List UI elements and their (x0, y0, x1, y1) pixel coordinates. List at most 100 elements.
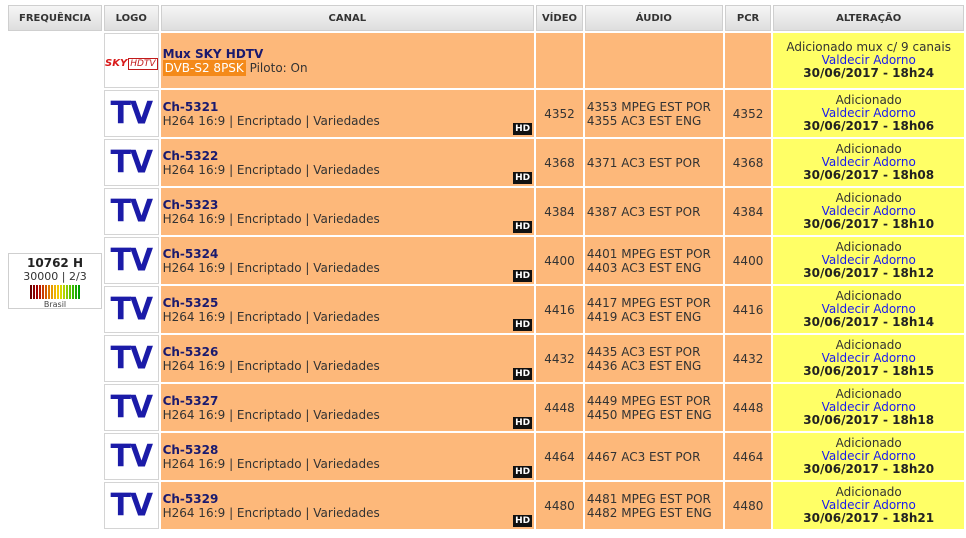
channel-logo: TV (104, 384, 159, 431)
channel-row: TV Ch-5327 H264 16:9 | Encriptado | Vari… (8, 384, 964, 431)
channel-description: H264 16:9 | Encriptado | Variedades (162, 162, 380, 177)
signal-bar-segment (78, 285, 80, 299)
audio-track: 4419 AC3 EST ENG (586, 309, 702, 324)
channel-description: H264 16:9 | Encriptado | Variedades (162, 113, 380, 128)
channel-row: TV Ch-5326 H264 16:9 | Encriptado | Vari… (8, 335, 964, 382)
signal-bar-segment (54, 285, 56, 299)
change-date: 30/06/2017 - 18h15 (803, 364, 935, 378)
channel-cell: Ch-5322 H264 16:9 | Encriptado | Varieda… (160, 139, 535, 186)
signal-bar-segment (45, 285, 47, 299)
channel-name[interactable]: Ch-5322 (163, 149, 535, 163)
channel-logo: TV (104, 237, 159, 284)
change-date: 30/06/2017 - 18h10 (803, 217, 935, 231)
audio-track: 4371 AC3 EST POR (586, 155, 701, 170)
mux-info: DVB-S2 8PSK Piloto: On (162, 59, 535, 76)
channel-description: H264 16:9 | Encriptado | Variedades (162, 211, 380, 226)
video-pid: 4464 (536, 433, 583, 480)
channel-name[interactable]: Ch-5321 (163, 100, 535, 114)
signal-bar-segment (69, 285, 71, 299)
channel-cell: Ch-5323 H264 16:9 | Encriptado | Varieda… (160, 188, 535, 235)
channel-description: H264 16:9 | Encriptado | Variedades (162, 260, 380, 275)
change-cell: Adicionado Valdecir Adorno 30/06/2017 - … (773, 90, 964, 137)
video-pid: 4416 (536, 286, 583, 333)
signal-bar-segment (66, 285, 68, 299)
audio-pids: 4467 AC3 EST POR (584, 433, 723, 480)
channel-name[interactable]: Ch-5323 (163, 198, 535, 212)
video-pid: 4368 (536, 139, 583, 186)
change-date: 30/06/2017 - 18h14 (803, 315, 935, 329)
change-cell: Adicionado Valdecir Adorno 30/06/2017 - … (773, 433, 964, 480)
channel-name[interactable]: Ch-5329 (163, 492, 535, 506)
audio-track: 4355 AC3 EST ENG (586, 113, 702, 128)
audio-track: 4387 AC3 EST POR (586, 204, 701, 219)
channel-name[interactable]: Ch-5326 (163, 345, 535, 359)
tv-logo-icon: TV (110, 94, 153, 132)
channel-name[interactable]: Ch-5325 (163, 296, 535, 310)
hd-badge: HD (513, 270, 533, 282)
channel-logo: TV (104, 335, 159, 382)
video-pid: 4432 (536, 335, 583, 382)
audio-track: 4449 MPEG EST POR (586, 393, 711, 408)
hd-badge: HD (513, 319, 533, 331)
frequency-value: 10762 H (27, 256, 83, 270)
channel-row: TV Ch-5329 H264 16:9 | Encriptado | Vari… (8, 482, 964, 529)
video-pid: 4352 (536, 90, 583, 137)
change-cell: Adicionado Valdecir Adorno 30/06/2017 - … (773, 335, 964, 382)
signal-bar-segment (75, 285, 77, 299)
video-pid: 4384 (536, 188, 583, 235)
hd-badge: HD (513, 417, 533, 429)
channel-cell: Ch-5329 H264 16:9 | Encriptado | Varieda… (160, 482, 535, 529)
channel-name[interactable]: Ch-5328 (163, 443, 535, 457)
audio-pids: 4353 MPEG EST POR 4355 AC3 EST ENG (584, 90, 723, 137)
channel-description: H264 16:9 | Encriptado | Variedades (162, 309, 380, 324)
signal-bar-segment (42, 285, 44, 299)
signal-bar-segment (51, 285, 53, 299)
header-pcr: PCR (724, 5, 772, 31)
change-date: 30/06/2017 - 18h21 (803, 511, 935, 525)
pcr-pid: 4464 (724, 433, 772, 480)
change-cell: Adicionado Valdecir Adorno 30/06/2017 - … (773, 188, 964, 235)
mux-channel-cell: Mux SKY HDTV DVB-S2 8PSK Piloto: On (160, 33, 535, 88)
audio-pids: 4417 MPEG EST POR 4419 AC3 EST ENG (584, 286, 723, 333)
mux-audio (584, 33, 723, 88)
change-date: 30/06/2017 - 18h20 (803, 462, 935, 476)
signal-bar-segment (33, 285, 35, 299)
signal-bar-segment (39, 285, 41, 299)
channel-description: H264 16:9 | Encriptado | Variedades (162, 358, 380, 373)
channel-logo: TV (104, 286, 159, 333)
audio-track: 4401 MPEG EST POR (586, 246, 711, 261)
hd-badge: HD (513, 123, 533, 135)
channel-name[interactable]: Ch-5327 (163, 394, 535, 408)
header-video: VÍDEO (536, 5, 583, 31)
audio-track: 4436 AC3 EST ENG (586, 358, 702, 373)
header-logo: LOGO (104, 5, 159, 31)
hd-badge: HD (513, 466, 533, 478)
pcr-pid: 4480 (724, 482, 772, 529)
channel-cell: Ch-5325 H264 16:9 | Encriptado | Varieda… (160, 286, 535, 333)
signal-bar-segment (48, 285, 50, 299)
header-change: ALTERAÇÃO (773, 5, 964, 31)
hd-badge: HD (513, 172, 533, 184)
channel-cell: Ch-5321 H264 16:9 | Encriptado | Varieda… (160, 90, 535, 137)
hd-badge: HD (513, 221, 533, 233)
frequency-box[interactable]: 10762 H 30000 | 2/3 Brasil (8, 253, 102, 309)
change-cell: Adicionado Valdecir Adorno 30/06/2017 - … (773, 286, 964, 333)
change-cell: Adicionado Valdecir Adorno 30/06/2017 - … (773, 482, 964, 529)
frequency-country: Brasil (43, 300, 67, 309)
audio-pids: 4401 MPEG EST POR 4403 AC3 EST ENG (584, 237, 723, 284)
channel-name[interactable]: Ch-5324 (163, 247, 535, 261)
mux-pcr (724, 33, 772, 88)
change-cell: Adicionado Valdecir Adorno 30/06/2017 - … (773, 237, 964, 284)
channel-cell: Ch-5327 H264 16:9 | Encriptado | Varieda… (160, 384, 535, 431)
change-date: 30/06/2017 - 18h06 (803, 119, 935, 133)
tv-logo-icon: TV (110, 388, 153, 426)
tv-logo-icon: TV (110, 241, 153, 279)
audio-pids: 4449 MPEG EST POR 4450 MPEG EST ENG (584, 384, 723, 431)
change-date: 30/06/2017 - 18h24 (803, 66, 935, 80)
mux-name[interactable]: Mux SKY HDTV (163, 47, 535, 61)
pcr-pid: 4416 (724, 286, 772, 333)
channel-cell: Ch-5326 H264 16:9 | Encriptado | Varieda… (160, 335, 535, 382)
change-cell: Adicionado Valdecir Adorno 30/06/2017 - … (773, 139, 964, 186)
signal-bar-segment (30, 285, 32, 299)
audio-pids: 4387 AC3 EST POR (584, 188, 723, 235)
